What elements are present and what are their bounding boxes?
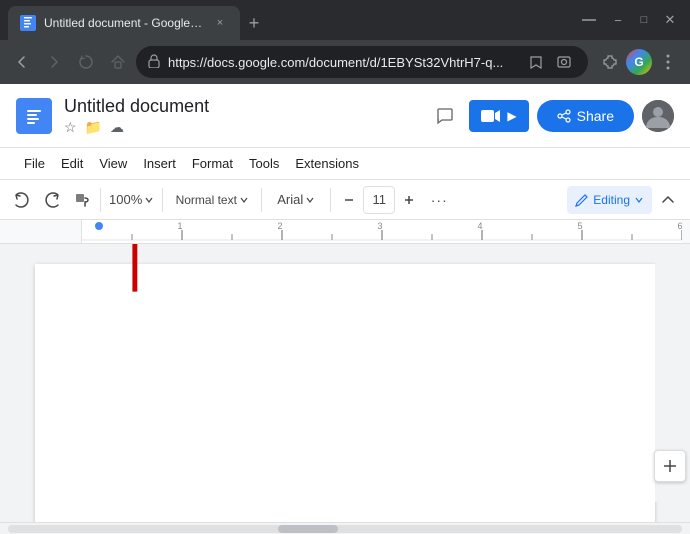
- redo-button[interactable]: [38, 186, 66, 214]
- paint-format-button[interactable]: [68, 186, 96, 214]
- browser-toolbar-icons: G: [596, 48, 682, 76]
- menu-view[interactable]: View: [91, 152, 135, 175]
- side-buttons: [654, 450, 686, 482]
- lock-icon: [148, 54, 160, 71]
- horizontal-scrollbar[interactable]: [8, 525, 682, 533]
- toolbar: 100% Normal text Arial 11: [0, 180, 690, 220]
- style-selector[interactable]: Normal text: [167, 186, 257, 214]
- url-text: https://docs.google.com/document/d/1EBYS…: [168, 55, 516, 70]
- docs-title[interactable]: Untitled document: [64, 96, 417, 117]
- forward-button[interactable]: [40, 48, 68, 76]
- meet-label: ▶: [507, 109, 516, 123]
- collapse-toolbar-button[interactable]: [654, 186, 682, 214]
- address-bar-row: https://docs.google.com/document/d/1EBYS…: [0, 40, 690, 84]
- cloud-icon[interactable]: ☁: [110, 119, 124, 136]
- menu-insert[interactable]: Insert: [135, 152, 184, 175]
- menu-format[interactable]: Format: [184, 152, 241, 175]
- menu-file[interactable]: File: [16, 152, 53, 175]
- font-size-control: 11: [335, 186, 423, 214]
- docs-header-right: ▶ Share: [429, 100, 674, 132]
- menu-button[interactable]: [654, 48, 682, 76]
- svg-text:6: 6: [677, 221, 682, 231]
- horizontal-scrollbar-thumb[interactable]: [278, 525, 338, 533]
- insert-button[interactable]: [654, 450, 686, 482]
- close-window-button[interactable]: ✕: [658, 8, 682, 32]
- zoom-value: 100%: [109, 192, 142, 207]
- decrease-font-size-button[interactable]: [335, 186, 363, 214]
- style-value: Normal text: [176, 193, 237, 207]
- svg-text:3: 3: [377, 221, 382, 231]
- zoom-selector[interactable]: 100%: [105, 186, 158, 214]
- extensions-button[interactable]: [596, 48, 624, 76]
- toolbar-separator-3: [261, 188, 262, 212]
- screenshot-button[interactable]: [552, 50, 576, 74]
- tab-favicon: [20, 15, 36, 31]
- address-actions: [524, 50, 576, 74]
- tab-close-button[interactable]: ×: [212, 15, 228, 31]
- folder-icon[interactable]: 📁: [85, 119, 102, 136]
- font-selector[interactable]: Arial: [266, 186, 326, 214]
- svg-text:1: 1: [177, 221, 182, 231]
- active-tab[interactable]: Untitled document - Google Do... ×: [8, 6, 240, 40]
- toolbar-separator-2: [162, 188, 163, 212]
- tab-title: Untitled document - Google Do...: [44, 16, 204, 30]
- window-controls: − □ ✕: [582, 8, 682, 32]
- docs-app: Untitled document ☆ 📁 ☁ ▶ Share: [0, 84, 690, 534]
- menu-edit[interactable]: Edit: [53, 152, 91, 175]
- toolbar-separator-1: [100, 188, 101, 212]
- share-label: Share: [577, 108, 614, 124]
- docs-title-area: Untitled document ☆ 📁 ☁: [64, 96, 417, 136]
- document-area[interactable]: [0, 244, 690, 522]
- home-button[interactable]: [104, 48, 132, 76]
- user-avatar[interactable]: [642, 100, 674, 132]
- reload-button[interactable]: [72, 48, 100, 76]
- tab-bar: Untitled document - Google Do... × + − □…: [0, 0, 690, 40]
- svg-text:4: 4: [477, 221, 482, 231]
- new-tab-button[interactable]: +: [240, 9, 268, 37]
- star-icon[interactable]: ☆: [64, 119, 77, 136]
- minimize-button[interactable]: −: [606, 8, 630, 32]
- document-page[interactable]: [35, 264, 655, 522]
- undo-button[interactable]: [8, 186, 36, 214]
- menu-tools[interactable]: Tools: [241, 152, 287, 175]
- browser-frame: Untitled document - Google Do... × + − □…: [0, 0, 690, 534]
- more-options-button[interactable]: ···: [425, 186, 453, 214]
- increase-font-size-button[interactable]: [395, 186, 423, 214]
- editing-mode-button[interactable]: Editing: [567, 186, 652, 214]
- svg-text:5: 5: [577, 221, 582, 231]
- menu-extensions[interactable]: Extensions: [287, 152, 367, 175]
- ruler: 1 2 3 4 5 6: [0, 220, 690, 244]
- docs-header: Untitled document ☆ 📁 ☁ ▶ Share: [0, 84, 690, 148]
- maximize-button[interactable]: □: [632, 8, 656, 32]
- profile-icon[interactable]: G: [626, 49, 652, 75]
- font-value: Arial: [277, 192, 303, 207]
- comment-button[interactable]: [429, 100, 461, 132]
- docs-logo: [16, 98, 52, 134]
- menu-bar: File Edit View Insert Format Tools Exten…: [0, 148, 690, 180]
- bottom-scrollbar-bar: [0, 522, 690, 534]
- back-button[interactable]: [8, 48, 36, 76]
- share-button[interactable]: Share: [537, 100, 634, 132]
- bookmark-button[interactable]: [524, 50, 548, 74]
- address-bar[interactable]: https://docs.google.com/document/d/1EBYS…: [136, 46, 588, 78]
- font-size-display[interactable]: 11: [363, 186, 395, 214]
- svg-text:2: 2: [277, 221, 282, 231]
- docs-title-icons: ☆ 📁 ☁: [64, 119, 417, 136]
- toolbar-separator-4: [330, 188, 331, 212]
- meet-button[interactable]: ▶: [469, 100, 528, 132]
